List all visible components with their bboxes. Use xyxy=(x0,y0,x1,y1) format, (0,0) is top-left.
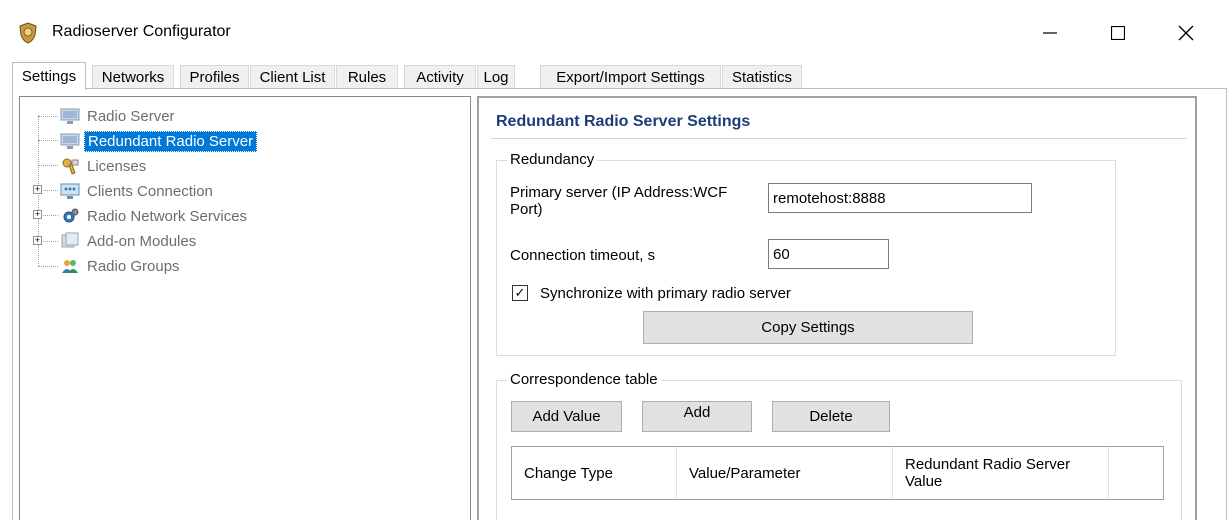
tab-client-list[interactable]: Client List xyxy=(250,65,335,89)
tree-item-label: Add-on Modules xyxy=(87,232,197,250)
primary-server-label: Primary server (IP Address:WCF Port) xyxy=(510,184,728,218)
redundancy-group-caption: Redundancy xyxy=(507,151,598,168)
tree-item-label: Radio Server xyxy=(87,107,175,125)
title-bar: Radioserver Configurator xyxy=(0,0,1227,62)
maximize-button[interactable] xyxy=(1098,16,1138,50)
tab-log[interactable]: Log xyxy=(477,65,515,89)
tree-item-label: Radio Groups xyxy=(87,257,180,275)
settings-tree[interactable]: + + + Radio Server Redundant Radio Serve… xyxy=(19,96,471,520)
tree-item-radio-server[interactable]: Radio Server xyxy=(60,105,178,127)
maximize-icon xyxy=(1111,26,1125,40)
synchronize-label: Synchronize with primary radio server xyxy=(540,285,791,302)
column-header-redundant-value[interactable]: Redundant Radio Server Value xyxy=(893,447,1109,499)
page-title: Redundant Radio Server Settings xyxy=(496,113,751,130)
column-header-value-parameter[interactable]: Value/Parameter xyxy=(677,447,893,499)
minimize-button[interactable] xyxy=(1030,16,1070,50)
key-icon xyxy=(60,157,80,175)
monitor-icon xyxy=(60,107,80,125)
close-icon xyxy=(1178,25,1194,41)
tree-item-radio-network-services[interactable]: Radio Network Services xyxy=(60,205,250,227)
correspondence-group: Correspondence table Add Value Add Delet… xyxy=(496,371,1182,520)
correspondence-table[interactable]: Change Type Value/Parameter Redundant Ra… xyxy=(511,446,1164,500)
tab-profiles[interactable]: Profiles xyxy=(180,65,249,89)
column-header-change-type[interactable]: Change Type xyxy=(512,447,677,499)
tree-item-radio-groups[interactable]: Radio Groups xyxy=(60,255,183,277)
tab-settings[interactable]: Settings xyxy=(12,62,86,90)
delete-button[interactable]: Delete xyxy=(772,401,890,432)
redundant-settings-panel: Redundant Radio Server Settings Redundan… xyxy=(477,96,1197,520)
tab-strip: Settings Networks Profiles Client List R… xyxy=(0,62,1227,90)
tab-export-import-settings[interactable]: Export/Import Settings xyxy=(540,65,721,89)
network-icon xyxy=(60,182,80,200)
add-value-button[interactable]: Add Value xyxy=(511,401,622,432)
tree-item-clients-connection[interactable]: Clients Connection xyxy=(60,180,216,202)
title-divider xyxy=(491,138,1187,139)
synchronize-checkbox[interactable]: ✓ xyxy=(512,285,528,301)
expand-clients-connection[interactable]: + xyxy=(33,185,42,194)
add-button[interactable]: Add xyxy=(642,401,752,432)
copy-settings-button[interactable]: Copy Settings xyxy=(643,311,973,344)
modules-icon xyxy=(60,232,80,250)
redundancy-group: Redundancy Primary server (IP Address:WC… xyxy=(496,151,1116,356)
expand-radio-network-services[interactable]: + xyxy=(33,210,42,219)
tree-item-label: Licenses xyxy=(87,157,147,175)
tab-networks[interactable]: Networks xyxy=(92,65,174,89)
tree-item-add-on-modules[interactable]: Add-on Modules xyxy=(60,230,199,252)
tree-item-licenses[interactable]: Licenses xyxy=(60,155,149,177)
connection-timeout-label: Connection timeout, s xyxy=(510,247,656,264)
users-icon xyxy=(60,257,80,275)
tree-item-redundant-radio-server[interactable]: Redundant Radio Server xyxy=(60,130,258,152)
tab-rules[interactable]: Rules xyxy=(336,65,398,89)
minimize-icon xyxy=(1043,32,1057,34)
tab-activity[interactable]: Activity xyxy=(404,65,476,89)
expand-add-on-modules[interactable]: + xyxy=(33,236,42,245)
tree-item-label: Redundant Radio Server xyxy=(84,130,258,152)
tree-item-label: Radio Network Services xyxy=(87,207,248,225)
gear-icon xyxy=(60,207,80,225)
app-logo-icon xyxy=(17,22,39,44)
primary-server-input[interactable] xyxy=(768,183,1032,213)
connection-timeout-input[interactable] xyxy=(768,239,889,269)
correspondence-group-caption: Correspondence table xyxy=(507,371,661,388)
monitor-icon xyxy=(60,132,80,150)
window-title: Radioserver Configurator xyxy=(52,23,231,40)
tree-item-label: Clients Connection xyxy=(87,182,213,200)
tab-statistics[interactable]: Statistics xyxy=(722,65,802,89)
close-button[interactable] xyxy=(1166,16,1206,50)
